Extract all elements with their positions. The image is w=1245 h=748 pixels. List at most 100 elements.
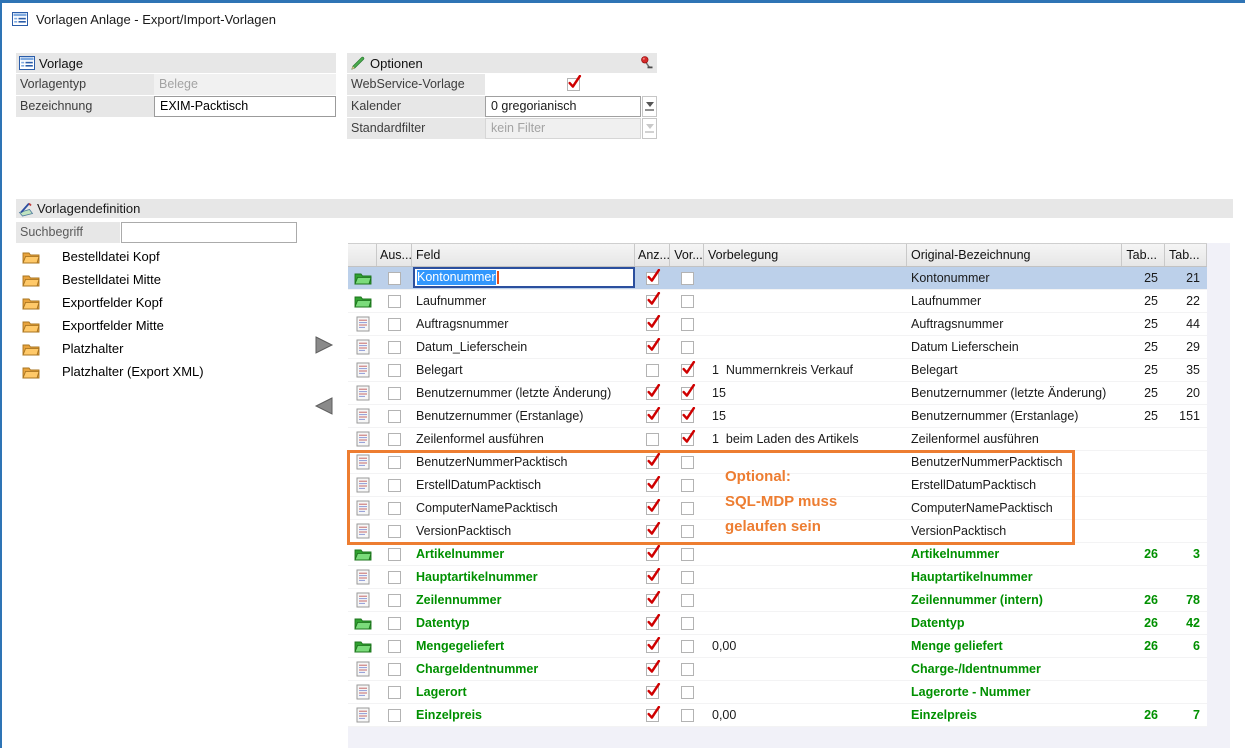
checkbox-unchecked[interactable] [681, 663, 694, 676]
col-header-tab1[interactable]: Tab... [1122, 244, 1165, 266]
aus-checkbox-cell[interactable] [377, 382, 412, 404]
vor-checkbox-cell[interactable] [670, 267, 704, 289]
table-row[interactable]: ChargeIdentnummer Charge-/Identnummer [348, 658, 1207, 681]
vor-checkbox-cell[interactable] [670, 382, 704, 404]
anz-checkbox-cell[interactable] [635, 681, 670, 703]
aus-checkbox-cell[interactable] [377, 313, 412, 335]
feld-cell[interactable]: Benutzernummer (letzte Änderung) [412, 382, 635, 404]
feld-cell[interactable]: Benutzernummer (Erstanlage) [412, 405, 635, 427]
feld-cell[interactable]: ComputerNamePacktisch [412, 497, 635, 519]
checkbox-unchecked[interactable] [681, 456, 694, 469]
aus-checkbox-cell[interactable] [377, 704, 412, 726]
checkbox-checked[interactable] [646, 640, 659, 653]
table-row[interactable]: Datum_Lieferschein Datum Lieferschein 25… [348, 336, 1207, 359]
checkbox-unchecked[interactable] [388, 295, 401, 308]
vor-checkbox-cell[interactable] [670, 566, 704, 588]
feld-cell[interactable]: BenutzerNummerPacktisch [412, 451, 635, 473]
checkbox-unchecked[interactable] [681, 318, 694, 331]
checkbox-unchecked[interactable] [388, 617, 401, 630]
checkbox-unchecked[interactable] [388, 594, 401, 607]
checkbox-unchecked[interactable] [681, 594, 694, 607]
feld-cell[interactable]: Datentyp [412, 612, 635, 634]
vor-checkbox-cell[interactable] [670, 681, 704, 703]
vor-checkbox-cell[interactable] [670, 543, 704, 565]
anz-checkbox-cell[interactable] [635, 474, 670, 496]
folder-list-item[interactable]: Exportfelder Mitte [19, 314, 225, 337]
table-row[interactable]: Lagerort Lagerorte - Nummer [348, 681, 1207, 704]
checkbox-checked[interactable] [646, 410, 659, 423]
table-row[interactable]: Hauptartikelnummer Hauptartikelnummer [348, 566, 1207, 589]
checkbox-checked[interactable] [646, 663, 659, 676]
folder-list-item[interactable]: Bestelldatei Kopf [19, 245, 225, 268]
vor-checkbox-cell[interactable] [670, 612, 704, 634]
aus-checkbox-cell[interactable] [377, 520, 412, 542]
checkbox-unchecked[interactable] [388, 525, 401, 538]
table-row[interactable]: Zeilennummer Zeilennummer (intern) 26 78 [348, 589, 1207, 612]
checkbox-unchecked[interactable] [388, 686, 401, 699]
anz-checkbox-cell[interactable] [635, 267, 670, 289]
anz-checkbox-cell[interactable] [635, 520, 670, 542]
anz-checkbox-cell[interactable] [635, 612, 670, 634]
checkbox-unchecked[interactable] [681, 479, 694, 492]
kalender-dropdown-arrow-icon[interactable] [642, 96, 657, 117]
aus-checkbox-cell[interactable] [377, 267, 412, 289]
checkbox-checked[interactable] [646, 318, 659, 331]
checkbox-unchecked[interactable] [388, 387, 401, 400]
checkbox-unchecked[interactable] [646, 364, 659, 377]
anz-checkbox-cell[interactable] [635, 635, 670, 657]
feld-cell[interactable]: Hauptartikelnummer [412, 566, 635, 588]
checkbox-checked[interactable] [646, 295, 659, 308]
table-row[interactable]: BenutzerNummerPacktisch BenutzerNummerPa… [348, 451, 1207, 474]
vor-checkbox-cell[interactable] [670, 704, 704, 726]
aus-checkbox-cell[interactable] [377, 497, 412, 519]
aus-checkbox-cell[interactable] [377, 359, 412, 381]
col-header-aus[interactable]: Aus... [377, 244, 412, 266]
anz-checkbox-cell[interactable] [635, 451, 670, 473]
anz-checkbox-cell[interactable] [635, 428, 670, 450]
col-header-anz[interactable]: Anz... [635, 244, 670, 266]
aus-checkbox-cell[interactable] [377, 290, 412, 312]
checkbox-unchecked[interactable] [681, 571, 694, 584]
checkbox-checked[interactable] [646, 525, 659, 538]
anz-checkbox-cell[interactable] [635, 589, 670, 611]
kalender-value[interactable]: 0 gregorianisch [485, 96, 641, 117]
feld-cell[interactable]: ChargeIdentnummer [412, 658, 635, 680]
checkbox-unchecked[interactable] [388, 456, 401, 469]
checkbox-unchecked[interactable] [681, 709, 694, 722]
table-row[interactable]: Belegart 1 Nummernkreis Verkauf Belegart… [348, 359, 1207, 382]
checkbox-checked[interactable] [681, 410, 694, 423]
vor-checkbox-cell[interactable] [670, 313, 704, 335]
checkbox-unchecked[interactable] [681, 525, 694, 538]
search-input[interactable] [121, 222, 297, 243]
move-left-button[interactable] [313, 396, 335, 416]
feld-cell[interactable]: ErstellDatumPacktisch [412, 474, 635, 496]
feld-cell[interactable]: Zeilennummer [412, 589, 635, 611]
col-header-vor[interactable]: Vor... [670, 244, 704, 266]
feld-cell[interactable]: VersionPacktisch [412, 520, 635, 542]
webservice-checkbox[interactable] [567, 78, 580, 91]
anz-checkbox-cell[interactable] [635, 359, 670, 381]
checkbox-unchecked[interactable] [388, 318, 401, 331]
checkbox-checked[interactable] [646, 502, 659, 515]
checkbox-unchecked[interactable] [388, 548, 401, 561]
vor-checkbox-cell[interactable] [670, 359, 704, 381]
checkbox-unchecked[interactable] [681, 272, 694, 285]
checkbox-unchecked[interactable] [388, 341, 401, 354]
checkbox-unchecked[interactable] [681, 640, 694, 653]
col-header-vorbelegung[interactable]: Vorbelegung [704, 244, 907, 266]
checkbox-checked[interactable] [646, 571, 659, 584]
vor-checkbox-cell[interactable] [670, 520, 704, 542]
feld-cell[interactable]: Belegart [412, 359, 635, 381]
table-row[interactable]: Einzelpreis 0,00 Einzelpreis 26 7 [348, 704, 1207, 727]
aus-checkbox-cell[interactable] [377, 658, 412, 680]
col-header-original[interactable]: Original-Bezeichnung [907, 244, 1122, 266]
vor-checkbox-cell[interactable] [670, 474, 704, 496]
feld-cell[interactable]: Laufnummer [412, 290, 635, 312]
aus-checkbox-cell[interactable] [377, 589, 412, 611]
feld-cell[interactable]: Mengegeliefert [412, 635, 635, 657]
checkbox-checked[interactable] [681, 387, 694, 400]
checkbox-unchecked[interactable] [388, 502, 401, 515]
table-row[interactable]: Benutzernummer (letzte Änderung) 15 Benu… [348, 382, 1207, 405]
table-row[interactable]: Auftragsnummer Auftragsnummer 25 44 [348, 313, 1207, 336]
vor-checkbox-cell[interactable] [670, 497, 704, 519]
